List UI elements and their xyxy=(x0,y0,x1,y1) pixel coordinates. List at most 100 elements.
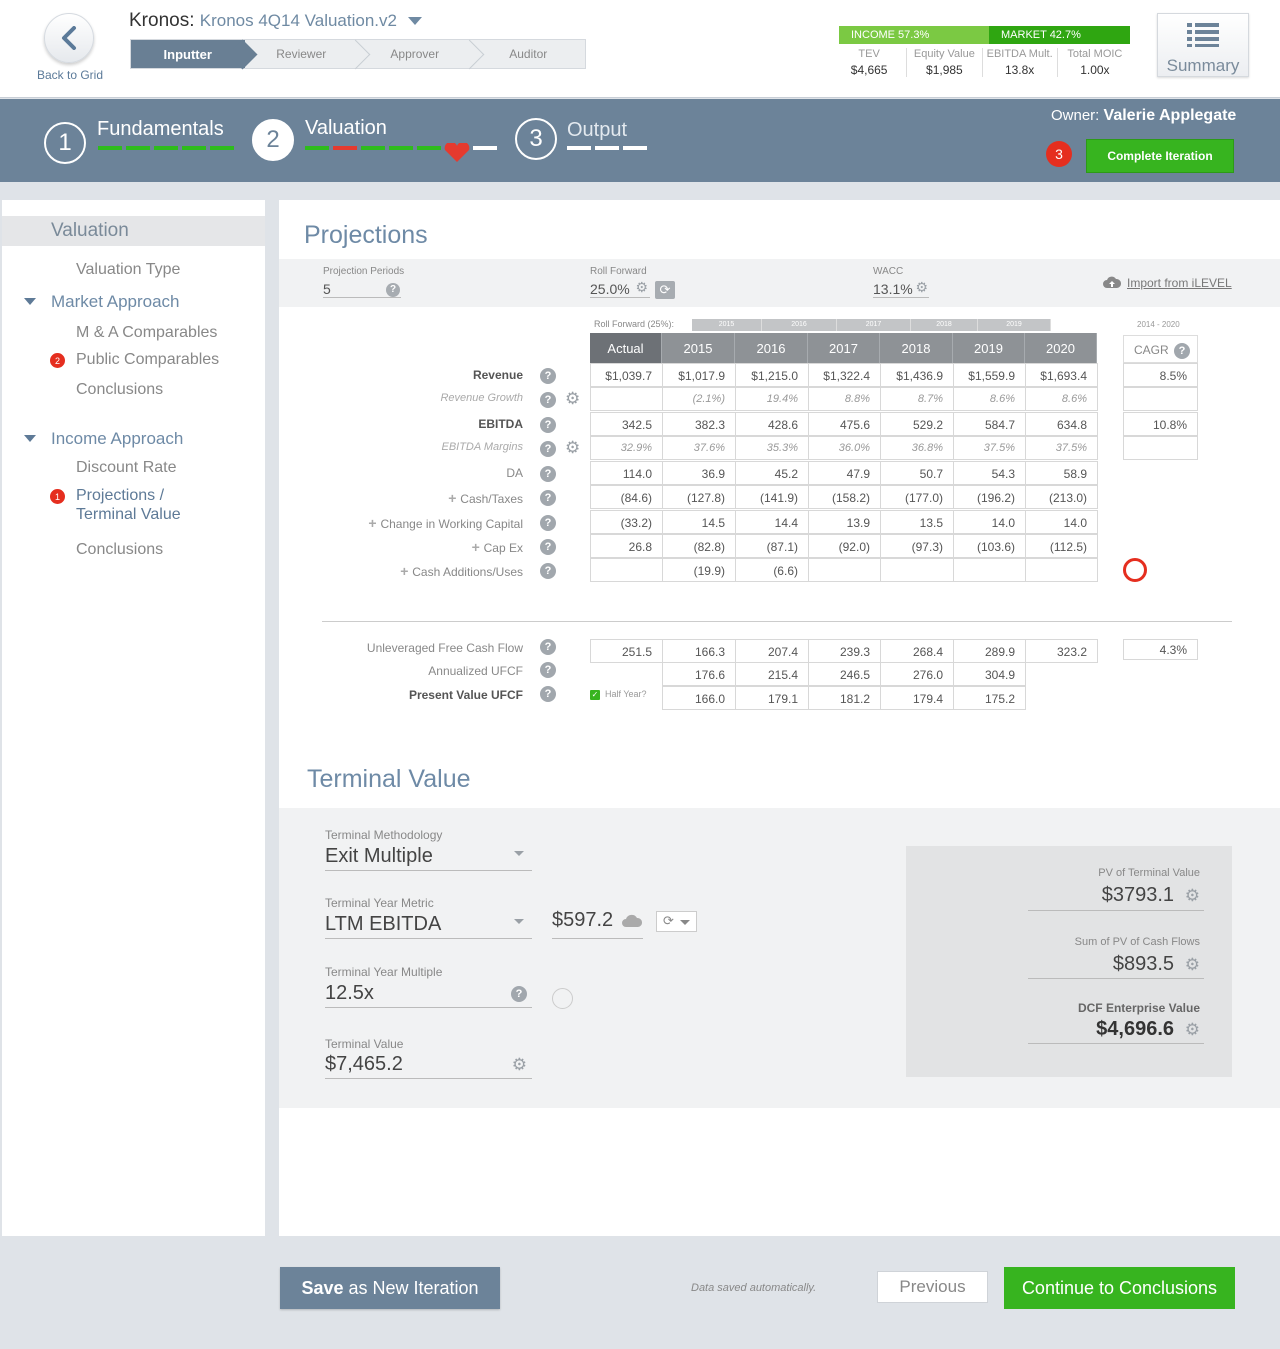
table-cell[interactable]: 35.3% xyxy=(735,436,809,460)
chevron-down-icon[interactable] xyxy=(24,298,36,305)
table-cell[interactable]: (6.6) xyxy=(735,558,809,582)
table-cell[interactable]: 634.8 xyxy=(1025,412,1098,436)
help-icon[interactable]: ? xyxy=(540,686,556,702)
table-cell[interactable]: 13.9 xyxy=(808,510,881,534)
metric-select[interactable]: LTM EBITDA xyxy=(325,913,532,939)
table-cell[interactable]: (213.0) xyxy=(1025,485,1098,509)
record-circle-icon[interactable] xyxy=(1123,558,1147,582)
sidebar-item-public-comparables[interactable]: Public Comparables xyxy=(76,351,219,369)
table-cell[interactable]: (92.0) xyxy=(808,534,881,558)
table-cell[interactable]: 54.3 xyxy=(953,461,1026,485)
help-icon[interactable]: ? xyxy=(540,490,556,506)
table-cell[interactable]: 47.9 xyxy=(808,461,881,485)
table-cell[interactable]: 13.5 xyxy=(880,510,954,534)
workflow-auditor[interactable]: Auditor xyxy=(472,40,586,68)
table-cell[interactable]: 8.7% xyxy=(880,387,954,411)
sidebar-item-projections[interactable]: Projections / xyxy=(76,487,164,505)
table-cell[interactable] xyxy=(880,558,954,582)
table-cell[interactable] xyxy=(1025,558,1098,582)
table-cell[interactable]: 382.3 xyxy=(662,412,736,436)
table-cell[interactable]: (87.1) xyxy=(735,534,809,558)
table-cell[interactable]: 19.4% xyxy=(735,387,809,411)
help-icon[interactable]: ? xyxy=(540,515,556,531)
complete-iteration-button[interactable]: Complete Iteration xyxy=(1086,139,1234,173)
table-cell[interactable] xyxy=(808,558,881,582)
terminal-value-input[interactable]: $7,465.2 ⚙ xyxy=(325,1053,532,1079)
import-ilevel-link[interactable]: Import from iLEVEL xyxy=(1103,276,1232,290)
plus-icon[interactable]: + xyxy=(368,515,380,531)
table-cell[interactable]: $1,322.4 xyxy=(808,363,881,387)
help-icon[interactable]: ? xyxy=(1174,343,1191,359)
sidebar-group-income-approach[interactable]: Income Approach xyxy=(51,429,183,449)
table-cell[interactable]: (97.3) xyxy=(880,534,954,558)
periods-input[interactable]: 5? xyxy=(323,281,401,298)
table-cell[interactable]: 37.5% xyxy=(953,436,1026,460)
table-cell[interactable]: 37.5% xyxy=(1025,436,1098,460)
refresh-dropdown[interactable]: ⟳ xyxy=(656,911,697,932)
help-icon[interactable]: ? xyxy=(386,283,400,297)
gear-icon[interactable]: ⚙ xyxy=(512,1056,527,1073)
half-year-checkbox[interactable]: ✓ xyxy=(590,690,600,700)
plus-icon[interactable]: + xyxy=(400,563,412,579)
table-cell[interactable]: (2.1%) xyxy=(662,387,736,411)
gear-icon[interactable]: ⚙ xyxy=(1185,956,1200,973)
metric-amount[interactable]: $597.2 xyxy=(552,909,643,939)
table-cell[interactable]: 14.5 xyxy=(662,510,736,534)
back-label[interactable]: Back to Grid xyxy=(20,68,120,82)
help-icon[interactable]: ? xyxy=(540,563,556,579)
table-cell[interactable]: 8.6% xyxy=(953,387,1026,411)
wacc-input[interactable]: 13.1% ⚙ xyxy=(873,280,929,298)
table-cell[interactable]: (19.9) xyxy=(662,558,736,582)
sidebar-group-market-approach[interactable]: Market Approach xyxy=(51,292,180,312)
help-icon[interactable]: ? xyxy=(540,662,556,678)
help-icon[interactable]: ? xyxy=(540,441,556,457)
roll-forward-input[interactable]: 25.0% ⚙ xyxy=(590,280,650,298)
table-cell[interactable]: (103.6) xyxy=(953,534,1026,558)
methodology-select[interactable]: Exit Multiple xyxy=(325,845,532,871)
step-3-circle[interactable]: 3 xyxy=(515,118,557,160)
sidebar-item-ma-comparables[interactable]: M & A Comparables xyxy=(76,324,217,342)
continue-to-conclusions-button[interactable]: Continue to Conclusions xyxy=(1004,1267,1235,1309)
multiple-radio[interactable] xyxy=(552,988,573,1009)
table-cell[interactable]: 58.9 xyxy=(1025,461,1098,485)
gear-icon[interactable]: ⚙ xyxy=(915,280,928,294)
step-output[interactable]: Output xyxy=(567,119,627,142)
sidebar-item-market-conclusions[interactable]: Conclusions xyxy=(76,381,163,399)
table-cell[interactable]: 14.0 xyxy=(1025,510,1098,534)
workflow-approver[interactable]: Approver xyxy=(358,40,472,68)
multiple-input[interactable]: 12.5x? xyxy=(325,982,532,1008)
gear-icon[interactable]: ⚙ xyxy=(635,280,648,294)
table-cell[interactable]: $1,215.0 xyxy=(735,363,809,387)
help-icon[interactable]: ? xyxy=(540,417,556,433)
plus-icon[interactable]: + xyxy=(472,539,484,555)
gear-icon[interactable]: ⚙ xyxy=(565,439,580,456)
table-cell[interactable]: 36.8% xyxy=(880,436,954,460)
table-cell[interactable]: (82.8) xyxy=(662,534,736,558)
table-cell[interactable]: 36.9 xyxy=(662,461,736,485)
table-cell[interactable]: $1,436.9 xyxy=(880,363,954,387)
sidebar-item-valuation-type[interactable]: Valuation Type xyxy=(76,261,180,279)
step-fundamentals[interactable]: Fundamentals xyxy=(97,118,224,141)
help-icon[interactable]: ? xyxy=(540,639,556,655)
help-icon[interactable]: ? xyxy=(540,368,556,384)
step-2-circle[interactable]: 2 xyxy=(252,119,294,161)
gear-icon[interactable]: ⚙ xyxy=(565,390,580,407)
sidebar-item-discount-rate[interactable]: Discount Rate xyxy=(76,459,177,477)
table-cell[interactable]: (196.2) xyxy=(953,485,1026,509)
table-cell[interactable]: $1,693.4 xyxy=(1025,363,1098,387)
workflow-reviewer[interactable]: Reviewer xyxy=(245,40,359,68)
document-title[interactable]: Kronos: Kronos 4Q14 Valuation.v2 xyxy=(129,10,423,32)
table-cell[interactable]: $1,017.9 xyxy=(662,363,736,387)
refresh-icon[interactable]: ⟳ xyxy=(655,281,675,299)
table-cell[interactable]: 45.2 xyxy=(735,461,809,485)
save-as-new-iteration-button[interactable]: Save as New Iteration xyxy=(280,1267,500,1309)
plus-icon[interactable]: + xyxy=(448,490,460,506)
table-cell[interactable]: 529.2 xyxy=(880,412,954,436)
table-cell[interactable]: 36.0% xyxy=(808,436,881,460)
sidebar-item-terminal-value[interactable]: Terminal Value xyxy=(76,506,181,524)
table-cell[interactable]: 50.7 xyxy=(880,461,954,485)
table-cell[interactable]: 8.6% xyxy=(1025,387,1098,411)
summary-button[interactable]: Summary xyxy=(1157,13,1249,77)
table-cell[interactable]: 37.6% xyxy=(662,436,736,460)
help-icon[interactable]: ? xyxy=(540,392,556,408)
